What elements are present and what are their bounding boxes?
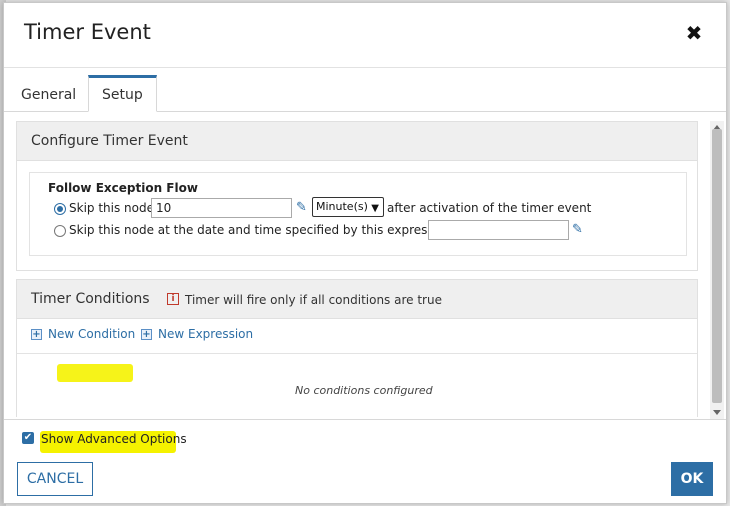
plus-icon[interactable]: + [141, 329, 152, 340]
skip-node-radio[interactable] [54, 203, 66, 215]
skip-expression-label: Skip this node at the date and time spec… [69, 223, 456, 237]
show-advanced-label[interactable]: Show Advanced Options [41, 432, 187, 446]
configure-timer-title: Configure Timer Event [31, 133, 188, 149]
tab-setup[interactable]: Setup [88, 75, 157, 112]
chevron-down-icon: ▼ [371, 203, 379, 214]
duration-unit-select[interactable]: Minute(s) ▼ [312, 197, 384, 217]
scroll-thumb[interactable] [712, 129, 722, 403]
info-icon: i [167, 293, 179, 305]
new-expression-link[interactable]: New Expression [158, 327, 253, 341]
follow-exception-flow-label: Follow Exception Flow [48, 181, 198, 195]
no-conditions-text: No conditions configured [295, 384, 433, 397]
plus-icon[interactable]: + [31, 329, 42, 340]
ok-button[interactable]: OK [671, 462, 713, 496]
dialog-footer: ✔ Show Advanced Options CANCEL OK [4, 419, 726, 504]
skip-duration-input[interactable]: 10 [151, 198, 292, 218]
timer-conditions-header: Timer Conditions i Timer will fire only … [17, 280, 697, 319]
show-advanced-checkbox[interactable]: ✔ [22, 432, 34, 444]
timer-event-dialog: Timer Event ✖ General Setup Configure Ti… [3, 2, 727, 504]
scroll-down-icon[interactable] [713, 410, 721, 415]
content-scrollbar[interactable] [710, 121, 724, 419]
skip-expression-radio[interactable] [54, 225, 66, 237]
edit-icon[interactable]: ✎ [296, 201, 310, 215]
conditions-actions-row: + New Condition + New Expression [17, 319, 697, 354]
dialog-header: Timer Event ✖ [4, 3, 726, 68]
check-icon: ✔ [23, 432, 33, 443]
close-icon[interactable]: ✖ [682, 21, 706, 45]
new-condition-link[interactable]: New Condition [48, 327, 135, 341]
duration-unit-value: Minute(s) [316, 200, 368, 213]
timer-conditions-panel: Timer Conditions i Timer will fire only … [16, 279, 698, 417]
exception-flow-box: Follow Exception Flow Skip this node 10 … [29, 172, 687, 256]
conditions-warning-text: Timer will fire only if all conditions a… [185, 293, 442, 307]
tab-general[interactable]: General [8, 75, 89, 111]
configure-timer-panel: Configure Timer Event Follow Exception F… [16, 121, 698, 271]
tab-bar: General Setup [4, 69, 726, 112]
dialog-title: Timer Event [24, 20, 151, 44]
timer-conditions-title: Timer Conditions [31, 291, 150, 307]
cancel-button[interactable]: CANCEL [17, 462, 93, 496]
edit-icon[interactable]: ✎ [572, 223, 586, 237]
skip-expression-input[interactable] [428, 220, 569, 240]
setup-content: Configure Timer Event Follow Exception F… [16, 121, 698, 417]
configure-timer-header: Configure Timer Event [17, 122, 697, 161]
after-activation-text: after activation of the timer event [387, 201, 592, 215]
skip-node-label: Skip this node [69, 201, 154, 215]
highlighter-mark [57, 364, 133, 382]
